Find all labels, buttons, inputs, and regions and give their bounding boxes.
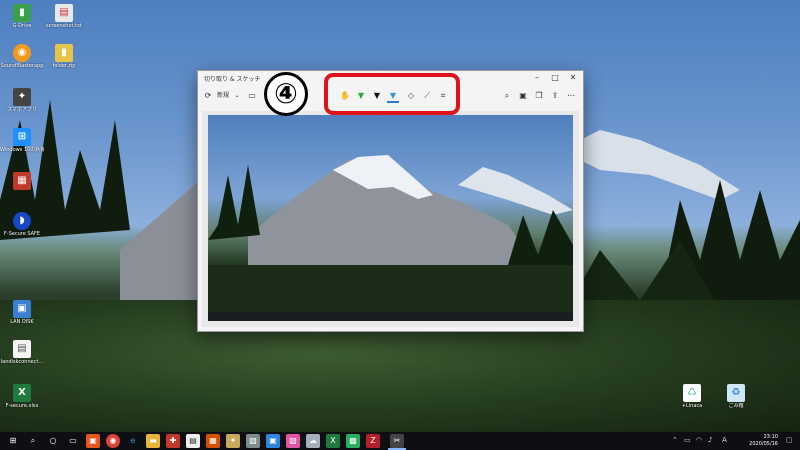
desktop-icon-label: G-Drive (12, 23, 32, 29)
desktop-icon-excel-file[interactable]: X F-secure.xlsx (0, 384, 44, 409)
notification-icon[interactable]: ▢ (786, 436, 793, 444)
desktop-icon-label: LAN DISK (10, 319, 34, 325)
text-file-icon: ▤ (55, 4, 73, 22)
window-title: 切り取り & スケッチ (204, 76, 261, 83)
app-puzzle-icon[interactable]: ✦ (226, 434, 240, 448)
desktop-icon-soundblaster[interactable]: ◉ SoundBlasterapp (0, 44, 44, 69)
desktop-icon-folder-zip[interactable]: ▮ folder.zip (42, 44, 86, 69)
desktop-icon-label: Windows 10の新機能 ヘルプ (0, 147, 44, 153)
close-icon[interactable]: ✕ (565, 72, 581, 84)
orange-app-icon: ◉ (13, 44, 31, 62)
edge-icon[interactable]: e (126, 434, 140, 448)
app-pink-icon[interactable]: ▧ (286, 434, 300, 448)
chrome-icon[interactable]: ◉ (106, 434, 120, 448)
desktop-icon-label: landiskconnect... (0, 359, 44, 365)
desktop-icon-label: screenshot.txt (46, 23, 82, 29)
desktop-icon-label: スマホアプリ (7, 107, 37, 113)
task-view-icon[interactable]: ▭ (66, 434, 80, 448)
app-blue-icon[interactable]: ▣ (266, 434, 280, 448)
desktop-icon-linaca[interactable]: ♺ +Linaca (670, 384, 714, 409)
desktop-icon-ticket-app[interactable]: ▦ (0, 172, 44, 191)
maximize-icon[interactable]: □ (547, 72, 563, 84)
app-white-icon[interactable]: ▤ (186, 434, 200, 448)
more-icon[interactable]: ⋯ (565, 89, 577, 103)
wifi-icon[interactable]: ◠ (696, 436, 702, 444)
explorer-folder-icon[interactable]: ▬ (146, 434, 160, 448)
recycle-app-icon: ♺ (683, 384, 701, 402)
recycle-bin-icon: ♻ (727, 384, 745, 402)
captured-taskbar (208, 312, 573, 321)
desktop-icon-landisk-connect[interactable]: ▤ landiskconnect... (0, 340, 44, 365)
windows-start-icon[interactable]: ⊞ (6, 434, 20, 448)
desktop-icon-g-drive[interactable]: ▮ G-Drive (0, 4, 44, 29)
desktop-icon-label: F-Secure SAFE (3, 231, 41, 237)
chevron-down-icon[interactable]: ⌄ (233, 89, 241, 103)
desktop-icon-label: ごみ箱 (728, 403, 744, 409)
desktop-icon-label: F-secure.xlsx (5, 403, 39, 409)
desktop-icon-label: SoundBlasterapp (0, 63, 44, 69)
desktop-icon-fsecure[interactable]: ◗ F-Secure SAFE (0, 212, 44, 237)
network-icon[interactable]: ▭ (684, 436, 691, 444)
cortana-icon[interactable]: ○ (46, 434, 60, 448)
ticket-app-icon: ▦ (13, 172, 31, 190)
desktop-icon-label: +Linaca (681, 403, 703, 409)
chevron-up-icon[interactable]: ⌃ (672, 436, 678, 444)
new-snip-icon[interactable]: ⟳ (202, 89, 214, 103)
clock-date: 2020/05/16 (749, 441, 778, 447)
open-folder-icon[interactable]: ▭ (246, 89, 258, 103)
app-green-icon[interactable]: ▩ (346, 434, 360, 448)
desktop-icon-windows-help[interactable]: ⊞ Windows 10の新機能 ヘルプ (0, 128, 44, 153)
highlight-box (324, 73, 460, 115)
file-explorer-icon[interactable]: ▣ (86, 434, 100, 448)
save-icon[interactable]: ▣ (517, 89, 529, 103)
minimize-icon[interactable]: – (529, 72, 545, 84)
step-number-marker: ④ (264, 72, 308, 116)
desktop-icon-label: folder.zip (52, 63, 76, 69)
note-file-icon: ▤ (13, 340, 31, 358)
ime-indicator[interactable]: A (722, 436, 727, 444)
folder-green-icon: ▮ (13, 4, 31, 22)
app-picture-icon[interactable]: ▨ (246, 434, 260, 448)
desktop-icon-screenshot[interactable]: ▤ screenshot.txt (42, 4, 86, 29)
taskbar: ⊞ ⌕ ○ ▭ ▣ ◉ e ▬ ✚ ▤ ▦ ✦ ▨ ▣ ▧ ☁ X ▩ Z ✂ … (0, 432, 800, 450)
volume-icon[interactable]: ♪ (708, 436, 712, 444)
filezilla-icon[interactable]: Z (366, 434, 380, 448)
captured-screenshot (208, 115, 573, 321)
excel-icon[interactable]: X (326, 434, 340, 448)
fsecure-icon: ◗ (13, 212, 31, 230)
lan-disk-icon: ▣ (13, 300, 31, 318)
phone-app-icon: ✦ (13, 88, 31, 106)
windows-icon: ⊞ (13, 128, 31, 146)
copy-icon[interactable]: ❐ (533, 89, 545, 103)
zip-folder-icon: ▮ (55, 44, 73, 62)
app-cloud-icon[interactable]: ☁ (306, 434, 320, 448)
excel-file-icon: X (13, 384, 31, 402)
zoom-icon[interactable]: ⌕ (501, 89, 513, 103)
captured-mountain (208, 155, 573, 321)
clock-time: 23:10 (763, 434, 778, 440)
app-cards-icon[interactable]: ▦ (206, 434, 220, 448)
search-icon[interactable]: ⌕ (26, 434, 40, 448)
snip-canvas[interactable] (202, 111, 579, 327)
desktop-icon-recycle-bin[interactable]: ♻ ごみ箱 (714, 384, 758, 409)
app-red-icon[interactable]: ✚ (166, 434, 180, 448)
clock[interactable]: 23:10 2020/05/16 (749, 434, 778, 448)
new-button-label[interactable]: 新規 (215, 89, 231, 103)
desktop-icon-lan-disk[interactable]: ▣ LAN DISK (0, 300, 44, 325)
desktop-icon-phone-app[interactable]: ✦ スマホアプリ (0, 88, 44, 113)
share-icon[interactable]: ⇪ (549, 89, 561, 103)
snip-sketch-icon[interactable]: ✂ (390, 434, 404, 448)
